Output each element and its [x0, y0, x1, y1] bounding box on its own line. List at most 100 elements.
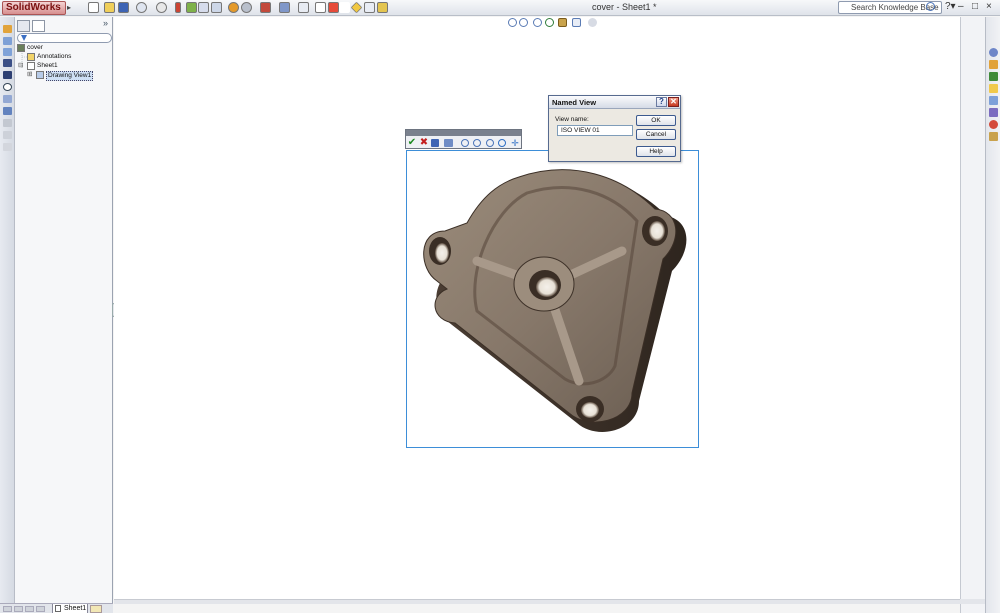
heads-up-view-toolbar — [508, 17, 604, 29]
drawing-document-icon — [17, 44, 25, 52]
rotate-view-icon[interactable] — [498, 139, 506, 147]
document-recovery-icon[interactable] — [989, 132, 998, 141]
diamond-icon[interactable] — [350, 1, 363, 14]
appearances-icon[interactable] — [989, 108, 998, 117]
cover-part-iso-view[interactable] — [407, 151, 700, 449]
accept-checkmark-icon[interactable]: ✔ — [407, 138, 417, 148]
search-icon[interactable] — [926, 2, 935, 11]
zoom-to-fit-icon[interactable] — [508, 18, 517, 27]
sheet-tab-icon — [55, 605, 61, 612]
search-results-icon[interactable] — [989, 84, 998, 93]
sheet-collapse-icon[interactable]: ⊟ — [18, 62, 23, 70]
tree-item-sheet1[interactable]: Sheet1 — [37, 62, 58, 70]
close-window-button[interactable]: × — [986, 1, 992, 12]
help-dropdown-icon[interactable]: ?▾ — [945, 1, 956, 12]
broken-view-icon[interactable] — [3, 95, 12, 103]
view-name-label: View name: — [555, 116, 589, 123]
photoview-icon[interactable] — [241, 2, 252, 13]
sketch-icon[interactable] — [211, 2, 222, 13]
cancel-x-icon[interactable]: ✖ — [419, 138, 429, 148]
traffic-light-icon[interactable] — [175, 2, 181, 13]
ok-button[interactable]: OK — [636, 115, 676, 126]
menu-arrow-icon[interactable]: ▸ — [67, 3, 71, 12]
crop-view-icon[interactable] — [3, 107, 12, 115]
previous-view-icon[interactable] — [533, 18, 542, 27]
scroll-corner — [960, 599, 985, 604]
first-sheet-button[interactable] — [3, 606, 12, 612]
feature-manager-panel: » cover Annotations ⊟ Sheet1 ⊞ Drawing V… — [15, 17, 113, 613]
zoom-in-icon[interactable] — [461, 139, 469, 147]
zoom-to-area-icon[interactable] — [519, 18, 528, 27]
cancel-button[interactable]: Cancel — [636, 129, 676, 140]
smart-dimension-icon[interactable] — [198, 2, 209, 13]
drawing-icon[interactable] — [3, 25, 12, 33]
auxiliary-view-icon[interactable] — [3, 59, 12, 67]
dialog-help-icon[interactable]: ? — [656, 97, 667, 107]
model-view-icon[interactable] — [3, 37, 12, 45]
section-view-icon[interactable] — [3, 71, 12, 79]
solidworks-resources-icon[interactable] — [989, 48, 998, 57]
redraw-icon[interactable] — [545, 18, 554, 27]
appearance-icon[interactable] — [228, 2, 239, 13]
standard-views-icon[interactable] — [298, 2, 309, 13]
custom-properties-icon[interactable] — [989, 120, 998, 129]
open-folder-icon[interactable] — [104, 2, 115, 13]
view-palette-icon[interactable] — [989, 96, 998, 105]
previous-sheet-button[interactable] — [14, 606, 23, 612]
view-orientation-icon[interactable] — [279, 2, 290, 13]
task-pane-strip — [985, 17, 1000, 613]
detail-view-icon[interactable] — [3, 83, 12, 91]
zoom-fit-icon[interactable] — [315, 2, 326, 13]
right-margin — [960, 17, 985, 613]
hide-show-icon[interactable] — [588, 18, 597, 27]
options-icon[interactable] — [186, 2, 197, 13]
selected-view-icon[interactable] — [558, 18, 567, 27]
toolbar-drag-handle[interactable] — [406, 130, 521, 136]
help-button[interactable]: Help — [636, 146, 676, 157]
drawing-view-icon — [36, 71, 44, 79]
tree-item-annotations[interactable]: Annotations — [37, 53, 71, 61]
rotate-icon[interactable] — [328, 2, 339, 13]
named-view-dialog: Named View ? ✕ View name: OK Cancel Help — [548, 95, 681, 162]
grid-icon[interactable] — [364, 2, 375, 13]
design-library-icon[interactable] — [989, 60, 998, 69]
view-name-input[interactable] — [557, 125, 633, 136]
insert-view-icon[interactable] — [260, 2, 271, 13]
minimize-button[interactable]: – — [958, 1, 964, 12]
add-sheet-button[interactable] — [90, 605, 102, 613]
alternate-position-icon[interactable] — [3, 119, 12, 127]
measure-icon[interactable] — [339, 2, 350, 13]
last-sheet-button[interactable] — [36, 606, 45, 612]
sheet-icon — [27, 62, 35, 70]
sheet-tab-label: Sheet1 — [64, 605, 87, 612]
left-command-strip — [0, 17, 15, 613]
dialog-titlebar[interactable]: Named View ? ✕ — [549, 96, 680, 109]
file-explorer-icon[interactable] — [989, 72, 998, 81]
save-view-icon[interactable] — [431, 139, 439, 147]
flat-pattern-icon[interactable] — [3, 143, 12, 151]
tree-root-cover[interactable]: cover — [27, 44, 43, 52]
layer-icon[interactable] — [377, 2, 388, 13]
pan-icon[interactable]: ✛ — [510, 138, 520, 148]
sheet-tab-bar: Sheet1 — [0, 603, 113, 613]
undo-icon[interactable] — [136, 2, 147, 13]
horizontal-scrollbar[interactable] — [114, 599, 960, 604]
drawing-view-boundary[interactable] — [406, 150, 699, 448]
zoom-area-icon[interactable] — [486, 139, 494, 147]
projected-view-icon[interactable] — [3, 48, 12, 56]
zoom-out-icon[interactable] — [473, 139, 481, 147]
solidworks-logo[interactable]: SolidWorks — [2, 1, 66, 15]
view-expand-icon[interactable]: ⊞ — [27, 71, 32, 79]
redo-icon[interactable] — [156, 2, 167, 13]
break-alignment-icon[interactable] — [3, 131, 12, 139]
new-document-icon[interactable] — [88, 2, 99, 13]
section-view-toggle-icon[interactable] — [572, 18, 581, 27]
dialog-close-icon[interactable]: ✕ — [668, 97, 679, 107]
save-icon[interactable] — [118, 2, 129, 13]
view-orientation-dropdown-icon[interactable] — [444, 139, 453, 147]
restore-button[interactable]: □ — [972, 1, 978, 12]
next-sheet-button[interactable] — [25, 606, 34, 612]
tab-sheet1[interactable]: Sheet1 — [52, 604, 88, 613]
tree-item-drawing-view1[interactable]: Drawing View1 — [46, 71, 94, 81]
sheet-navigation-buttons — [3, 606, 47, 612]
